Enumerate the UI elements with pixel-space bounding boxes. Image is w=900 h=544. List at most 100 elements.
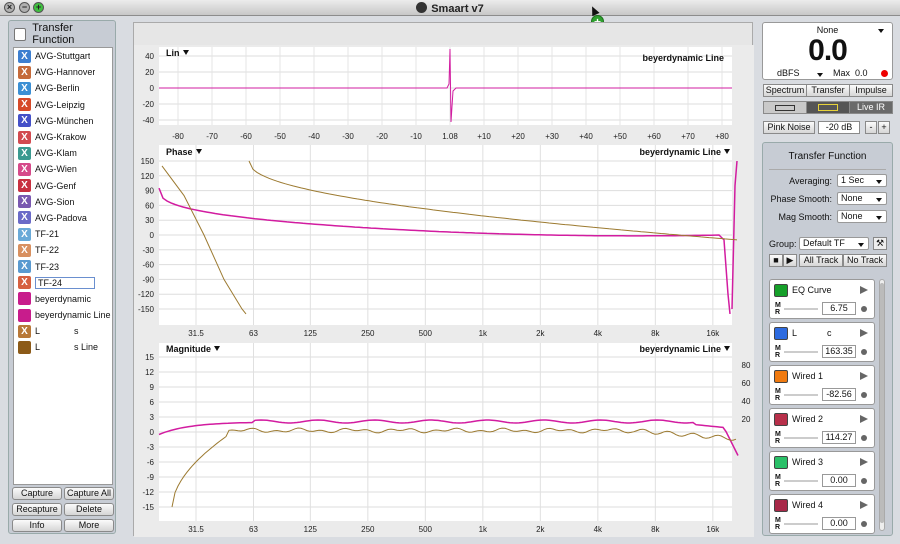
channel-play-icon[interactable] xyxy=(860,329,868,337)
meter-unit-dropdown-icon[interactable] xyxy=(817,73,823,77)
measurement-item[interactable]: X TF-22 xyxy=(14,242,112,258)
pink-noise-button[interactable]: Pink Noise xyxy=(763,121,815,134)
channel-slider[interactable] xyxy=(784,394,818,396)
measurement-item[interactable]: X AVG-Hannover xyxy=(14,64,112,80)
channel-play-icon[interactable] xyxy=(860,372,868,380)
measurement-item[interactable]: X AVG-Sion xyxy=(14,194,112,210)
measurement-item[interactable]: X AVG-Genf xyxy=(14,178,112,194)
channel-play-icon[interactable] xyxy=(860,458,868,466)
all-track-button[interactable]: All Track xyxy=(799,254,843,267)
measurement-item[interactable]: X Ls xyxy=(14,323,112,339)
measurement-item[interactable]: X AVG-München xyxy=(14,113,112,129)
measurement-x-icon[interactable]: X xyxy=(18,162,31,176)
measurement-x-icon[interactable]: X xyxy=(18,49,31,63)
tab-spectrum[interactable]: Spectrum xyxy=(763,84,807,97)
magnitude-title[interactable]: Magnitude xyxy=(166,344,220,354)
channel-slider[interactable] xyxy=(784,308,818,310)
single-view-button[interactable] xyxy=(763,101,807,114)
measurement-color-swatch[interactable] xyxy=(18,340,31,354)
measurement-x-icon[interactable]: X xyxy=(18,324,31,338)
channel-card[interactable]: Wired 1 M R -82.56 xyxy=(769,365,875,405)
channel-find-delay-icon[interactable] xyxy=(861,435,867,441)
measurement-item[interactable]: X AVG-Stuttgart xyxy=(14,48,112,64)
averaging-select[interactable]: 1 Sec xyxy=(837,174,887,187)
capture-button[interactable]: Capture xyxy=(12,487,62,500)
level-increase-button[interactable]: + xyxy=(878,121,890,134)
no-track-button[interactable]: No Track xyxy=(843,254,887,267)
measurement-item[interactable]: X TF-23 xyxy=(14,258,112,274)
dual-view-button[interactable] xyxy=(806,101,850,114)
magnitude-trace-label[interactable]: beyerdynamic Line xyxy=(639,344,730,354)
measurement-item[interactable]: X AVG-Padova xyxy=(14,210,112,226)
phase-smooth-select[interactable]: None xyxy=(837,192,887,205)
measurement-item[interactable]: X AVG-Berlin xyxy=(14,80,112,96)
measurement-x-icon[interactable]: X xyxy=(18,130,31,144)
measurement-item[interactable]: beyerdynamic xyxy=(14,291,112,307)
channel-color-swatch[interactable] xyxy=(774,413,788,426)
measurement-x-icon[interactable]: X xyxy=(18,81,31,95)
channel-delay-field[interactable]: 0.00 xyxy=(822,474,856,487)
measurement-x-icon[interactable]: X xyxy=(18,179,31,193)
delete-button[interactable]: Delete xyxy=(64,503,114,516)
channel-find-delay-icon[interactable] xyxy=(861,306,867,312)
channel-slider[interactable] xyxy=(784,523,818,525)
phase-title[interactable]: Phase xyxy=(166,147,202,157)
channel-slider[interactable] xyxy=(784,351,818,353)
channel-slider[interactable] xyxy=(784,437,818,439)
measurement-item[interactable]: X AVG-Krakow xyxy=(14,129,112,145)
lin-title[interactable]: Lin xyxy=(166,48,189,58)
play-button[interactable]: ▶ xyxy=(783,254,797,267)
channel-delay-field[interactable]: 114.27 xyxy=(822,431,856,444)
measurement-item[interactable]: X AVG-Klam xyxy=(14,145,112,161)
measurement-x-icon[interactable]: X xyxy=(18,211,31,225)
meter-source-dropdown-icon[interactable] xyxy=(878,29,884,33)
measurement-item[interactable]: X TF-24 xyxy=(14,275,112,291)
measurement-item[interactable]: Ls Line xyxy=(14,339,112,355)
meter-unit[interactable]: dBFS xyxy=(777,68,800,78)
channel-card[interactable]: Wired 4 M R 0.00 xyxy=(769,494,875,534)
measurement-item[interactable]: beyerdynamic Line xyxy=(14,307,112,323)
level-decrease-button[interactable]: - xyxy=(865,121,877,134)
channel-play-icon[interactable] xyxy=(860,501,868,509)
tf-checkbox[interactable] xyxy=(14,27,27,41)
channel-play-icon[interactable] xyxy=(860,286,868,294)
channel-scroll-thumb[interactable] xyxy=(880,283,884,523)
measurement-x-icon[interactable]: X xyxy=(18,65,31,79)
tab-transfer[interactable]: Transfer xyxy=(806,84,850,97)
channel-delay-field[interactable]: 6.75 xyxy=(822,302,856,315)
measurement-x-icon[interactable]: X xyxy=(18,195,31,209)
measurement-item[interactable]: X TF-21 xyxy=(14,226,112,242)
tools-icon[interactable]: ⚒ xyxy=(873,237,887,250)
measurement-item[interactable]: X AVG-Leipzig xyxy=(14,97,112,113)
channel-find-delay-icon[interactable] xyxy=(861,392,867,398)
channel-find-delay-icon[interactable] xyxy=(861,521,867,527)
measurement-item[interactable]: X AVG-Wien xyxy=(14,161,112,177)
more-button[interactable]: More xyxy=(64,519,114,532)
channel-delay-field[interactable]: 163.35 xyxy=(822,345,856,358)
channel-color-swatch[interactable] xyxy=(774,456,788,469)
measurement-color-swatch[interactable] xyxy=(18,308,31,322)
channel-card[interactable]: Wired 3 M R 0.00 xyxy=(769,451,875,491)
channel-card[interactable]: EQ Curve M R 6.75 xyxy=(769,279,875,319)
level-meter[interactable]: None 0.0 dBFS Max 0.0 xyxy=(762,22,893,80)
measurement-x-icon[interactable]: X xyxy=(18,114,31,128)
tf-header[interactable]: Transfer Function xyxy=(12,22,112,46)
channel-scrollbar[interactable] xyxy=(879,279,885,531)
info-button[interactable]: Info xyxy=(12,519,62,532)
channel-card[interactable]: Lc M R 163.35 xyxy=(769,322,875,362)
channel-color-swatch[interactable] xyxy=(774,327,788,340)
channel-color-swatch[interactable] xyxy=(774,499,788,512)
measurement-x-icon[interactable]: X xyxy=(18,260,31,274)
measurement-x-icon[interactable]: X xyxy=(18,227,31,241)
recapture-button[interactable]: Recapture xyxy=(12,503,62,516)
capture-all-button[interactable]: Capture All xyxy=(64,487,114,500)
channel-play-icon[interactable] xyxy=(860,415,868,423)
live-ir-button[interactable]: Live IR xyxy=(849,101,893,114)
channel-find-delay-icon[interactable] xyxy=(861,478,867,484)
tab-impulse[interactable]: Impulse xyxy=(849,84,893,97)
channel-delay-field[interactable]: -82.56 xyxy=(822,388,856,401)
generator-level[interactable]: -20 dB xyxy=(818,121,860,134)
mag-smooth-select[interactable]: None xyxy=(837,210,887,223)
measurement-color-swatch[interactable] xyxy=(18,292,31,306)
channel-color-swatch[interactable] xyxy=(774,370,788,383)
